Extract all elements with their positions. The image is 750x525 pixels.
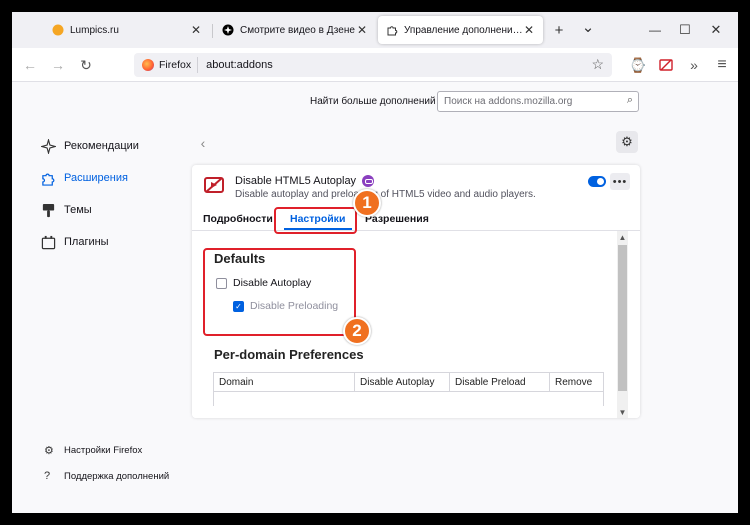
highlight-defaults-section: [203, 248, 356, 336]
firefox-settings-link[interactable]: ⚙ Настройки Firefox: [44, 444, 142, 457]
navigation-toolbar: ← → ↻ Firefox about:addons ☆ ⌚ » ≡: [12, 48, 738, 82]
url-text[interactable]: about:addons: [198, 59, 273, 71]
tab-label: Управление дополнениями: [404, 24, 523, 36]
disable-autoplay-extension-icon[interactable]: [654, 53, 678, 77]
tab-close-icon[interactable]: ✕: [523, 23, 535, 37]
close-window-button[interactable]: ✕: [704, 18, 728, 42]
identity-label: Firefox: [159, 59, 192, 71]
search-icon: ⌕: [626, 94, 633, 106]
firefox-logo-icon: [142, 59, 154, 71]
sidebar-item-plugins[interactable]: Плагины: [40, 226, 180, 258]
dzen-favicon-icon: [222, 24, 234, 36]
gear-icon: ⚙: [44, 445, 54, 457]
overflow-menu-button[interactable]: »: [682, 53, 706, 77]
search-placeholder: Поиск на addons.mozilla.org: [444, 96, 573, 107]
sparkle-icon: [40, 138, 56, 154]
highlight-preferences-tab: [274, 207, 357, 234]
table-header-remove: Remove: [555, 376, 593, 388]
per-domain-heading: Per-domain Preferences: [214, 347, 364, 362]
per-domain-table: Domain Disable Autoplay Disable Preload …: [213, 372, 604, 406]
categories-sidebar: Рекомендации Расширения Темы Плагины: [40, 130, 180, 258]
tab-lumpics[interactable]: Lumpics.ru ✕: [44, 16, 210, 44]
tab-strip: Lumpics.ru ✕ Смотрите видео в Дзене ✕ Уп…: [12, 12, 738, 48]
table-header-disable-preload: Disable Preload: [450, 373, 550, 391]
plugin-icon: [40, 234, 56, 250]
tab-dzen[interactable]: Смотрите видео в Дзене ✕: [214, 16, 376, 44]
browser-window: Lumpics.ru ✕ Смотрите видео в Дзене ✕ Уп…: [12, 12, 738, 513]
tab-close-icon[interactable]: ✕: [356, 23, 368, 37]
back-button[interactable]: ←: [18, 53, 42, 77]
table-body: [214, 392, 603, 406]
bookmark-star-icon[interactable]: ☆: [591, 56, 604, 73]
brush-icon: [40, 202, 56, 218]
addons-tools-gear-button[interactable]: ⚙: [616, 131, 638, 153]
step-marker-1: 1: [353, 189, 381, 217]
help-icon: ?: [44, 470, 51, 482]
footer-link-label: Поддержка дополнений: [64, 470, 170, 482]
identity-box[interactable]: Firefox: [134, 57, 199, 73]
tab-close-icon[interactable]: ✕: [190, 23, 202, 37]
scroll-up-icon[interactable]: ▲: [617, 231, 628, 243]
puzzle-favicon-icon: [386, 24, 398, 36]
scrollbar-thumb[interactable]: [618, 245, 627, 391]
table-header-disable-autoplay: Disable Autoplay: [355, 373, 450, 391]
table-header-row: Domain Disable Autoplay Disable Preload …: [214, 373, 603, 392]
addon-more-options-button[interactable]: •••: [610, 173, 630, 190]
scroll-down-icon[interactable]: ▼: [617, 406, 628, 418]
addons-search-input[interactable]: Поиск на addons.mozilla.org ⌕: [437, 91, 639, 112]
sidebar-item-label: Плагины: [64, 236, 109, 248]
tab-details[interactable]: Подробности: [203, 213, 273, 225]
addon-name: Disable HTML5 Autoplay: [235, 175, 375, 187]
new-tab-button[interactable]: +: [547, 18, 571, 42]
options-scrollbar[interactable]: ▲ ▼: [617, 231, 628, 418]
reload-button[interactable]: ↻: [74, 53, 98, 77]
sidebar-item-label: Темы: [64, 204, 92, 216]
history-icon[interactable]: ⌚: [626, 53, 650, 77]
sidebar-item-themes[interactable]: Темы: [40, 194, 180, 226]
addon-detail-tabs: Подробности Настройки Разрешения: [192, 206, 640, 231]
tab-permissions[interactable]: Разрешения: [365, 213, 429, 225]
search-label: Найти больше дополнений: [310, 96, 436, 107]
addon-description: Disable autoplay and preloading of HTML5…: [235, 189, 536, 200]
app-menu-button[interactable]: ≡: [710, 53, 734, 77]
addon-name-text: Disable HTML5 Autoplay: [235, 175, 357, 187]
forward-button[interactable]: →: [46, 53, 70, 77]
footer-link-label: Настройки Firefox: [64, 445, 143, 456]
minimize-button[interactable]: —: [643, 18, 667, 42]
maximize-button[interactable]: ☐: [673, 18, 697, 42]
tab-list-button[interactable]: ⌄: [576, 15, 600, 39]
tab-label: Смотрите видео в Дзене: [240, 24, 355, 36]
addon-enable-toggle[interactable]: [588, 176, 606, 187]
back-to-list-button[interactable]: ‹: [192, 132, 214, 154]
puzzle-icon: [40, 170, 56, 186]
table-header-domain: Domain: [214, 373, 355, 391]
address-bar[interactable]: Firefox about:addons ☆: [134, 53, 612, 77]
disable-autoplay-addon-icon: [203, 174, 225, 196]
step-marker-2: 2: [343, 317, 371, 345]
tab-separator: [212, 24, 213, 38]
addons-support-link[interactable]: ? Поддержка дополнений: [44, 470, 169, 482]
sidebar-item-label: Расширения: [64, 172, 128, 184]
recommended-badge-icon: [362, 175, 375, 187]
tab-addons-manager[interactable]: Управление дополнениями ✕: [378, 16, 543, 44]
sidebar-item-label: Рекомендации: [64, 140, 139, 152]
tab-label: Lumpics.ru: [70, 24, 119, 36]
lumpics-favicon-icon: [52, 24, 64, 36]
sidebar-item-extensions[interactable]: Расширения: [40, 162, 180, 194]
sidebar-item-recommendations[interactable]: Рекомендации: [40, 130, 180, 162]
